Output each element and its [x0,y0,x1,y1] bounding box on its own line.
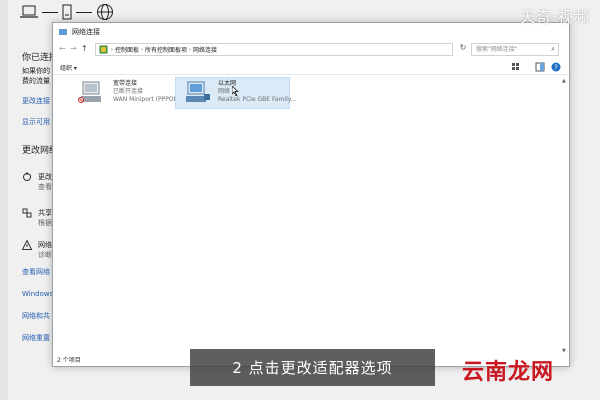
subtitle-caption: 2 点击更改适配器选项 [190,349,435,386]
network-sharing-center-link[interactable]: 网络和共 [22,311,50,321]
command-bar: 组织 ▾ ? [53,59,569,75]
connection-name: 宽带连接 [113,80,138,87]
organize-button[interactable]: 组织 ▾ [60,63,77,72]
adapter-options-icon [23,172,31,181]
refresh-icon[interactable]: ↻ [457,43,469,56]
breadcrumb-all-items[interactable]: 所有控制面板项 [145,45,187,54]
connection-device: WAN Miniport (PPPOE) [113,96,180,103]
breadcrumb-control-panel[interactable]: 控制面板 [115,45,139,54]
back-button[interactable]: ← [59,44,66,53]
view-network-link[interactable]: 查看网络 [22,267,50,277]
connection-broadband[interactable]: 宽带连接 已断开连接 WAN Miniport (PPPOE) [71,78,186,110]
control-panel-icon [99,45,108,54]
connection-name: 以太网 [218,80,237,87]
search-placeholder: 搜索"网络连接" [476,46,518,53]
globe-icon [97,4,113,20]
help-icon[interactable]: ? [551,62,561,72]
router-icon [62,4,72,20]
sharing-options-sub: 根据 [38,219,52,227]
status-bar: 2 个项目 [57,357,81,364]
scroll-down-icon[interactable]: ▼ [562,348,566,354]
address-row: ← → ↑ › 控制面板 › 所有控制面板项 › 网络连接 ↻ 搜索"网络连接"… [53,42,569,58]
troubleshoot-title[interactable]: 网络 [38,240,52,250]
windows-firewall-link[interactable]: Windows [22,290,53,298]
vertical-scrollbar[interactable]: ▲ ▼ [561,76,569,356]
network-diagram [20,2,114,22]
watermark-top: 天奇·视频 [520,8,590,26]
show-available-link[interactable]: 显示可用 [22,117,50,127]
connection-status: 网络 [218,88,231,95]
ethernet-adapter-icon [186,81,210,102]
connection-desc-line2: 费的流量 [22,77,50,85]
up-button[interactable]: ↑ [81,44,88,53]
connection-ethernet[interactable]: 以太网 网络 Realtek PCIe GBE Family... [175,77,296,109]
settings-left-strip [0,0,8,400]
forward-button[interactable]: → [70,44,77,53]
view-options-icon[interactable] [511,62,521,72]
network-connections-window: 网络连接 ← → ↑ › 控制面板 › 所有控制面板项 › 网络连接 ↻ 搜索"… [52,22,570,367]
adapter-options-title[interactable]: 更改 [38,172,52,182]
laptop-icon [20,5,38,18]
search-icon: ⌕ [551,45,555,53]
connection-desc-line1: 如果你的 [22,67,50,75]
connections-list: 宽带连接 已断开连接 WAN Miniport (PPPOE) 以太网 网络 R… [53,76,569,356]
search-input[interactable]: 搜索"网络连接" ⌕ [471,43,559,56]
network-reset-link[interactable]: 网络重置 [22,333,50,343]
window-title: 网络连接 [72,28,100,36]
breadcrumb-network-connections[interactable]: 网络连接 [193,45,217,54]
preview-pane-icon[interactable] [535,62,545,72]
network-folder-icon [59,29,67,35]
watermark-bottom: 云南龙网 [462,360,555,385]
address-bar[interactable]: › 控制面板 › 所有控制面板项 › 网络连接 [95,43,453,56]
sharing-options-title[interactable]: 共享 [38,208,52,218]
warning-icon [22,240,32,250]
broadband-adapter-icon [78,81,101,103]
troubleshoot-sub: 诊断 [38,251,52,259]
connection-status: 已断开连接 [113,88,144,95]
sharing-icon [22,208,32,218]
connection-device: Realtek PCIe GBE Family... [218,96,297,103]
adapter-options-sub: 查看 [38,183,52,191]
change-connection-link[interactable]: 更改连接 [22,96,50,106]
title-bar[interactable]: 网络连接 [53,23,569,41]
svg-text:?: ? [554,64,558,72]
scroll-up-icon[interactable]: ▲ [562,78,566,84]
mouse-cursor-icon [232,86,239,96]
